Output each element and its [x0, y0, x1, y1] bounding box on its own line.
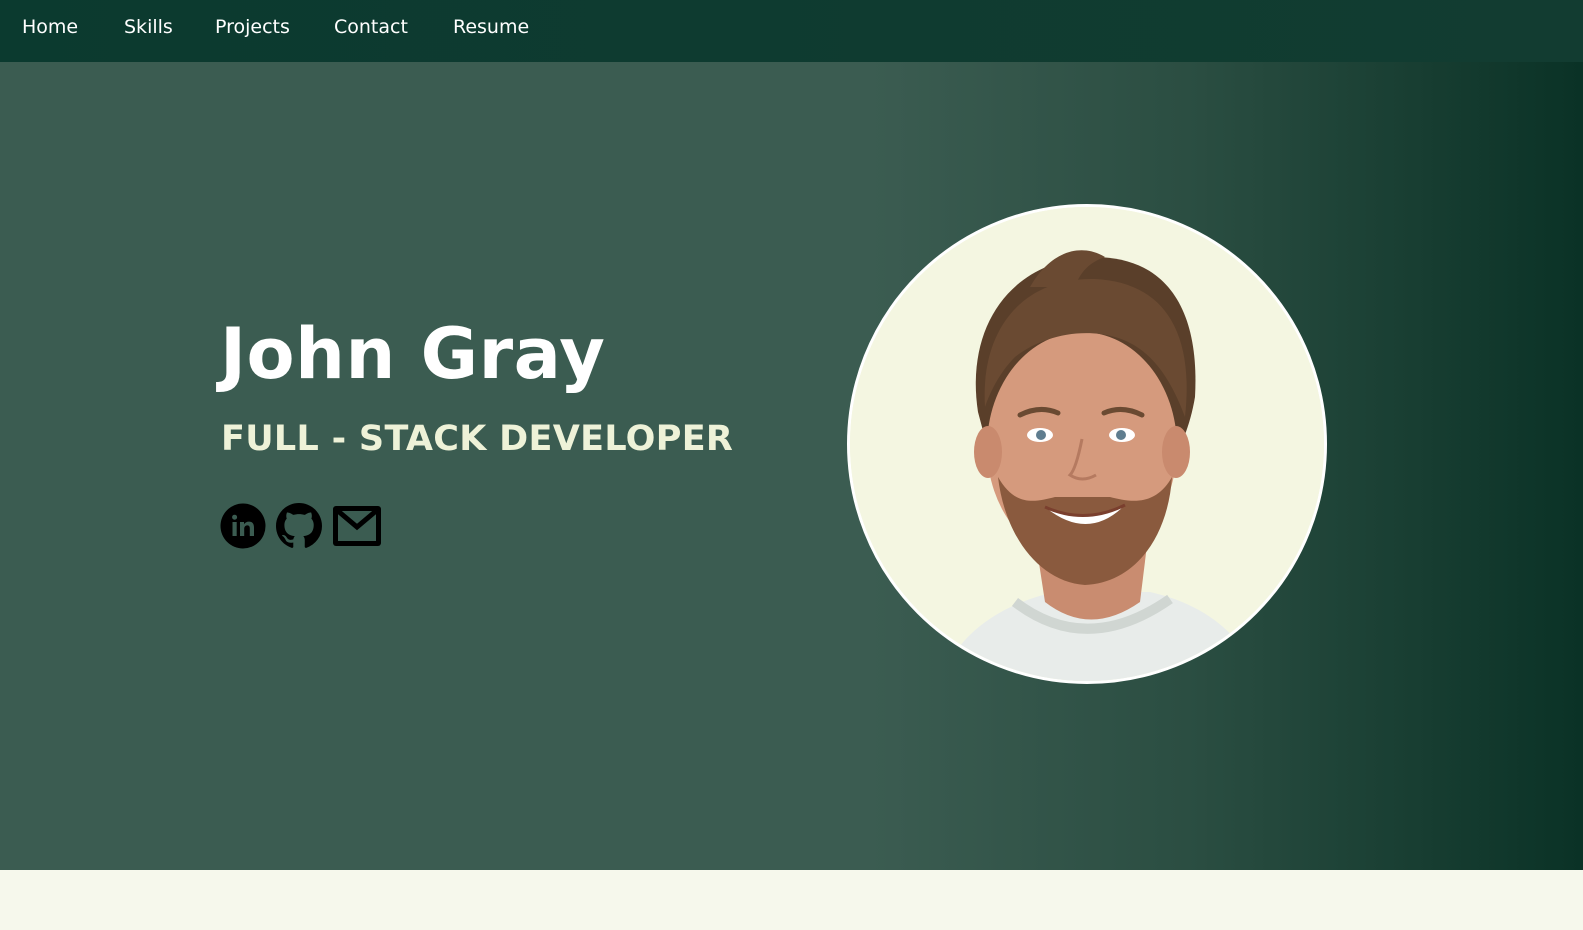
github-icon	[276, 503, 322, 548]
linkedin-icon	[220, 503, 266, 549]
profile-photo-illustration	[850, 207, 1324, 681]
nav-skills-link[interactable]: Skills	[124, 15, 173, 39]
nav-projects-link[interactable]: Projects	[215, 15, 290, 39]
hero-role: FULL - STACK DEVELOPER	[221, 419, 734, 459]
hero-name: John Gray	[220, 313, 606, 395]
nav-home-link[interactable]: Home	[22, 15, 78, 39]
hero-section: John Gray FULL - STACK DEVELOPER	[0, 62, 1583, 870]
next-section-band	[0, 870, 1583, 930]
linkedin-link[interactable]	[220, 503, 266, 553]
profile-photo	[847, 204, 1327, 684]
email-icon	[333, 506, 381, 546]
top-navbar: Home Skills Projects Contact Resume	[0, 0, 1583, 62]
nav-contact-link[interactable]: Contact	[334, 15, 408, 39]
nav-resume-link[interactable]: Resume	[453, 15, 529, 39]
email-link[interactable]	[332, 503, 382, 553]
github-link[interactable]	[276, 503, 322, 553]
